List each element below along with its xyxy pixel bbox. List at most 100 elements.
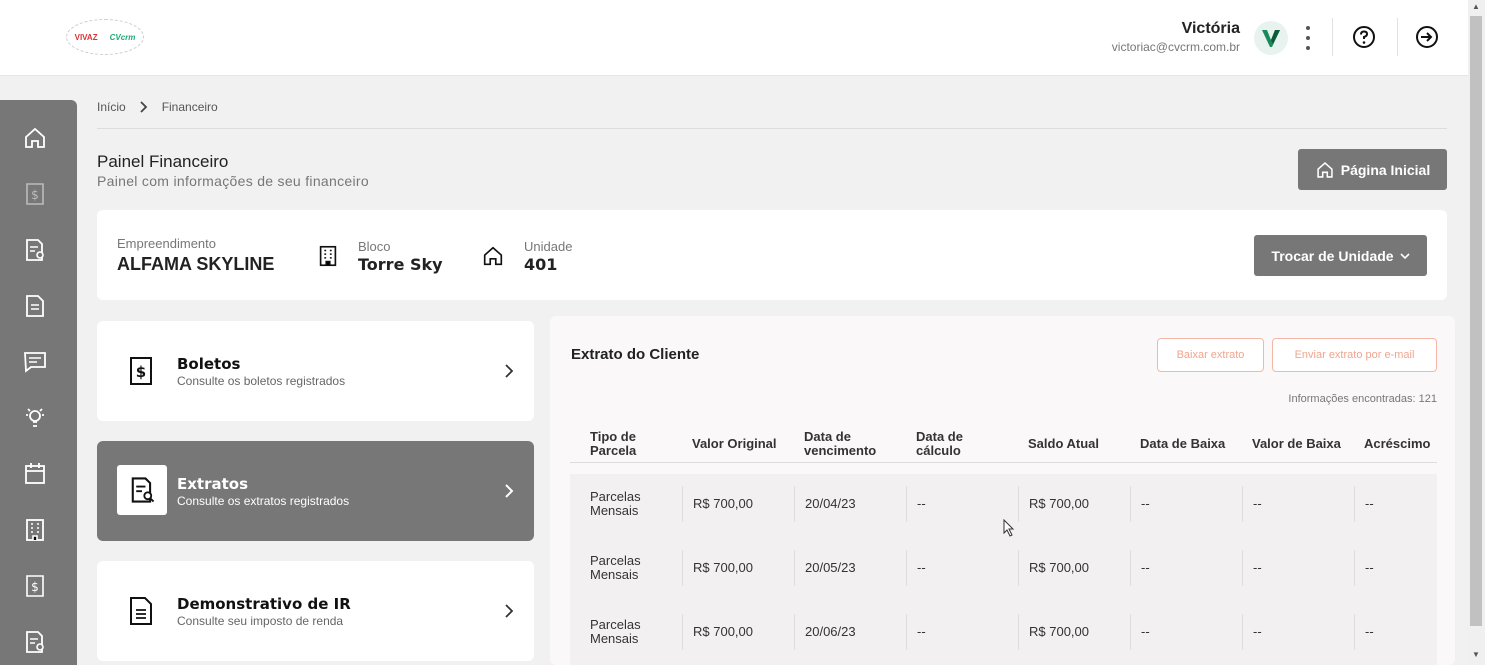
table-cell: R$ 700,00 — [693, 496, 753, 511]
home-page-button[interactable]: Página Inicial — [1298, 149, 1447, 190]
chevron-right-icon — [505, 484, 514, 498]
svg-text:$: $ — [31, 188, 39, 202]
logo-text-2: CVcrm — [109, 32, 136, 42]
nav-card-subtitle: Consulte os extratos registrados — [177, 494, 350, 508]
column-divider — [1242, 486, 1243, 522]
scrollbar-thumb[interactable] — [1470, 16, 1482, 626]
column-header: Valor Original — [692, 436, 777, 451]
column-divider — [794, 614, 795, 650]
breadcrumb-home[interactable]: Início — [97, 100, 126, 114]
scroll-up-icon[interactable]: ▲ — [1472, 2, 1480, 11]
building-icon[interactable] — [22, 517, 48, 543]
column-header: Saldo Atual — [1028, 436, 1100, 451]
column-divider — [682, 614, 683, 650]
unidade-value: 401 — [524, 255, 558, 274]
column-divider — [1018, 486, 1019, 522]
column-divider — [1130, 614, 1131, 650]
scroll-down-icon[interactable]: ▼ — [1472, 650, 1480, 659]
column-divider — [1354, 550, 1355, 586]
empreendimento-label: Empreendimento — [117, 236, 216, 251]
table-cell: -- — [1253, 560, 1262, 575]
chevron-down-icon — [1400, 252, 1410, 259]
column-divider — [1130, 486, 1131, 522]
svg-text:$: $ — [31, 580, 39, 594]
table-cell: -- — [1365, 496, 1374, 511]
column-divider — [1018, 614, 1019, 650]
avatar[interactable] — [1254, 21, 1288, 55]
table-cell: -- — [1141, 624, 1150, 639]
scrollbar[interactable]: ▲ ▼ — [1468, 0, 1485, 665]
calendar-icon[interactable] — [22, 461, 48, 487]
table-cell: -- — [917, 560, 926, 575]
column-divider — [1354, 486, 1355, 522]
column-header: Data de vencimento — [804, 429, 877, 458]
chevron-right-icon — [140, 101, 147, 113]
column-header: Tipo de Parcela — [590, 429, 637, 458]
bloco-value: Torre Sky — [358, 255, 443, 274]
extrato-icon[interactable] — [22, 629, 48, 655]
company-logo[interactable]: VIVAZ CVcrm — [66, 19, 144, 55]
help-icon[interactable] — [1351, 24, 1377, 50]
column-divider — [906, 550, 907, 586]
logo-text-1: VIVAZ — [74, 32, 98, 42]
nav-card-title: Boletos — [177, 355, 241, 373]
logout-icon[interactable] — [1414, 24, 1440, 50]
table-cell: -- — [1141, 496, 1150, 511]
table-cell: R$ 700,00 — [693, 624, 753, 639]
change-unit-button[interactable]: Trocar de Unidade — [1254, 235, 1427, 276]
svg-text:$: $ — [136, 363, 146, 381]
nav-card-title: Extratos — [177, 475, 249, 493]
column-divider — [794, 486, 795, 522]
column-header: Acréscimo — [1364, 436, 1431, 451]
boleto-icon[interactable]: $ — [22, 181, 48, 207]
column-divider — [682, 550, 683, 586]
boleto-icon[interactable]: $ — [22, 573, 48, 599]
change-unit-button-label: Trocar de Unidade — [1271, 247, 1394, 264]
chevron-right-icon — [505, 364, 514, 378]
nav-card-boletos[interactable]: $ Boletos Consulte os boletos registrado… — [97, 321, 534, 421]
nav-card-demonstrativo-ir[interactable]: Demonstrativo de IR Consulte seu imposto… — [97, 561, 534, 661]
table-cell: R$ 700,00 — [1029, 560, 1089, 575]
chevron-right-icon — [505, 604, 514, 618]
column-divider — [906, 486, 907, 522]
extrato-panel: Extrato do Cliente Baixar extrato Enviar… — [550, 316, 1455, 665]
extrato-icon — [131, 477, 155, 503]
extrato-icon[interactable] — [22, 237, 48, 263]
table-header-divider — [570, 462, 1437, 463]
table-cell: Parcelas Mensais — [590, 617, 641, 646]
email-extrato-button[interactable]: Enviar extrato por e-mail — [1272, 338, 1437, 372]
nav-card-extratos[interactable]: Extratos Consulte os extratos registrado… — [97, 441, 534, 541]
extrato-title: Extrato do Cliente — [571, 346, 700, 363]
column-divider — [1354, 614, 1355, 650]
more-options-icon[interactable] — [1298, 24, 1318, 52]
nav-card-title: Demonstrativo de IR — [177, 595, 351, 613]
lightbulb-icon[interactable] — [22, 405, 48, 431]
table-cell: R$ 700,00 — [693, 560, 753, 575]
boleto-icon: $ — [130, 357, 152, 385]
message-icon[interactable] — [22, 349, 48, 375]
table-cell: Parcelas Mensais — [590, 553, 641, 582]
mouse-cursor-icon — [1003, 519, 1015, 537]
table-cell: Parcelas Mensais — [590, 489, 641, 518]
table-cell: -- — [1141, 560, 1150, 575]
table-cell: R$ 700,00 — [1029, 624, 1089, 639]
nav-card-subtitle: Consulte seu imposto de renda — [177, 614, 344, 628]
home-icon — [483, 246, 503, 266]
top-bar: VIVAZ CVcrm Victória victoriac@cvcrm.com… — [0, 0, 1468, 76]
user-info: Victória victoriac@cvcrm.com.br — [1112, 20, 1240, 54]
download-extrato-button[interactable]: Baixar extrato — [1157, 338, 1264, 372]
building-icon — [319, 245, 337, 267]
home-page-button-label: Página Inicial — [1340, 161, 1431, 178]
column-divider — [1242, 614, 1243, 650]
home-icon[interactable] — [22, 125, 48, 151]
column-divider — [682, 486, 683, 522]
column-divider — [906, 614, 907, 650]
column-divider — [1130, 550, 1131, 586]
nav-card-subtitle: Consulte os boletos registrados — [177, 374, 346, 388]
user-email: victoriac@cvcrm.com.br — [1111, 40, 1240, 54]
home-icon — [1317, 161, 1333, 178]
column-header: Data de Baixa — [1140, 436, 1226, 451]
table-cell: -- — [1365, 624, 1374, 639]
document-icon[interactable] — [22, 293, 48, 319]
table-cell: -- — [1365, 560, 1374, 575]
